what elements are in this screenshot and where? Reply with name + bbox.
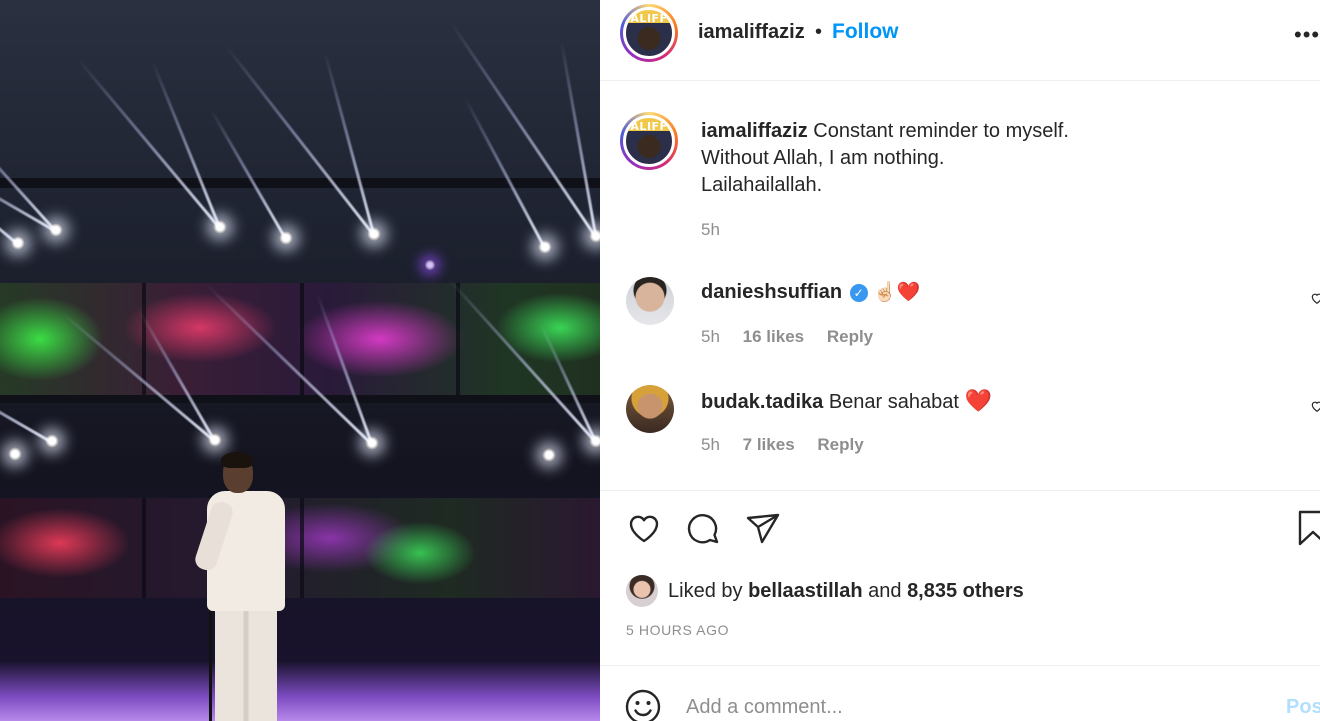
divider [600, 490, 1320, 491]
caption-line-1: Constant reminder to myself. [813, 120, 1069, 142]
likes-text: Liked by bellaastillah and 8,835 others [668, 580, 1024, 603]
comment-input[interactable] [686, 692, 1246, 721]
liker-avatar[interactable] [626, 575, 658, 607]
comment-text-line: danieshsuffian ✓ ☝🏻❤️ [701, 280, 921, 304]
commenter-avatar[interactable] [626, 385, 674, 433]
caption-text: iamaliffaziz Constant reminder to myself… [701, 118, 1301, 199]
add-comment-bar: Post [600, 665, 1320, 721]
likes-others-link[interactable]: 8,835 others [907, 580, 1024, 602]
comment-text-line: budak.tadika Benar sahabat ❤️ [701, 388, 992, 414]
likes-prefix: Liked by [668, 580, 743, 602]
verified-badge-icon: ✓ [849, 284, 868, 302]
author-avatar[interactable]: ALIFF [620, 4, 678, 62]
comment-time[interactable]: 5h [701, 435, 720, 454]
comment-meta: 5h 7 likes Reply [701, 435, 882, 455]
bookmark-icon[interactable] [1294, 508, 1320, 548]
comment-time[interactable]: 5h [701, 327, 720, 346]
likes-conjunction: and [868, 580, 902, 602]
post-comment-button[interactable]: Post [1286, 696, 1320, 719]
caption-username[interactable]: iamaliffaziz [701, 120, 808, 142]
comment-body: Benar sahabat [828, 391, 959, 413]
comment-meta: 5h 16 likes Reply [701, 327, 891, 347]
comment-icon[interactable] [684, 508, 724, 548]
follow-button[interactable]: Follow [832, 20, 899, 44]
separator-dot: • [815, 21, 823, 43]
comment-likes[interactable]: 16 likes [743, 327, 804, 346]
paper-plane-icon[interactable] [744, 508, 784, 548]
commenter-username[interactable]: danieshsuffian [701, 281, 842, 303]
caption-line-2: Without Allah, I am nothing. [701, 147, 945, 169]
comment-heart-icon[interactable] [1310, 291, 1320, 305]
comment-reply-button[interactable]: Reply [817, 435, 863, 454]
more-options-icon[interactable]: ••• [1294, 24, 1320, 46]
post-photo [0, 0, 600, 721]
commenter-avatar[interactable] [626, 277, 674, 325]
comment-body: ☝🏻❤️ [873, 282, 921, 303]
comment-heart-icon[interactable] [1310, 399, 1320, 413]
action-bar [624, 508, 1320, 552]
post-timestamp[interactable]: 5 HOURS AGO [626, 622, 729, 638]
liker-username[interactable]: bellaastillah [748, 580, 863, 602]
caption-timestamp[interactable]: 5h [701, 220, 720, 240]
heart-emoji: ❤️ [964, 388, 992, 413]
caption-line-3: Lailahailallah. [701, 174, 823, 196]
post-header: ALIFF iamaliffaziz • Follow ••• [600, 0, 1320, 81]
smiley-icon[interactable] [624, 688, 662, 721]
singer-figure [192, 452, 295, 721]
comment-item: danieshsuffian ✓ ☝🏻❤️ 5h 16 likes Reply [626, 277, 1320, 367]
commenter-username[interactable]: budak.tadika [701, 391, 823, 413]
comment-likes[interactable]: 7 likes [743, 435, 795, 454]
comment-reply-button[interactable]: Reply [827, 327, 873, 346]
post-panel: ALIFF iamaliffaziz • Follow ••• ALIFF ia… [600, 0, 1320, 721]
caption-avatar[interactable]: ALIFF [620, 112, 678, 170]
comment-item: budak.tadika Benar sahabat ❤️ 5h 7 likes… [626, 385, 1320, 475]
heart-icon[interactable] [624, 508, 664, 548]
author-username[interactable]: iamaliffaziz [698, 21, 805, 44]
